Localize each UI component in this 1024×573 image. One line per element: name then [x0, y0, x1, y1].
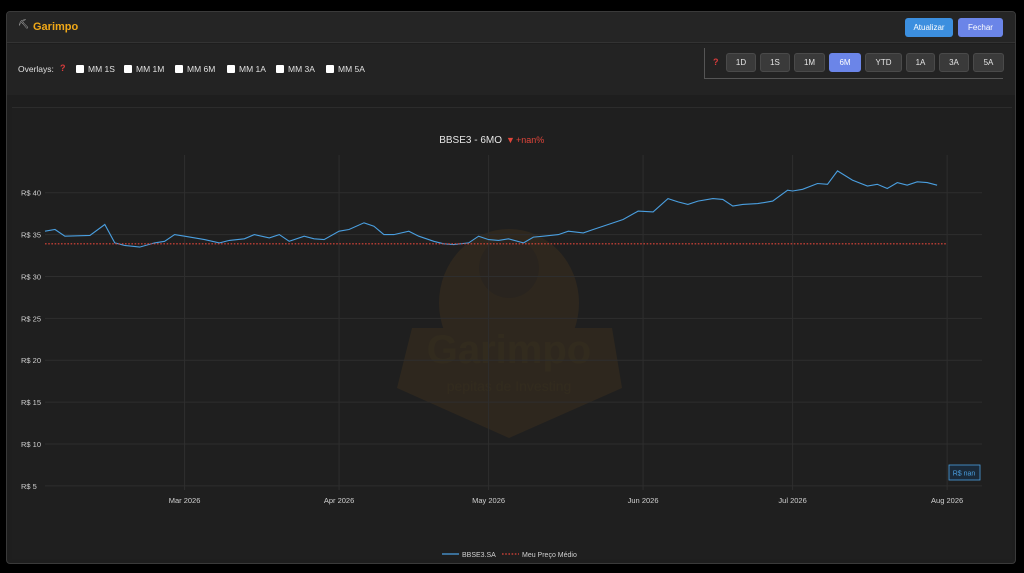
checkbox-icon[interactable] [124, 65, 132, 73]
watermark-subtitle: pepitas de Investing [447, 378, 572, 394]
last-price-tag: R$ nan [948, 464, 981, 481]
x-tick-label: May 2026 [472, 496, 505, 505]
refresh-button[interactable]: Atualizar [905, 18, 953, 37]
last-price-label: R$ nan [953, 471, 976, 478]
overlay-checkbox-mm-1a[interactable]: MM 1A [227, 64, 266, 74]
range-button-6m[interactable]: 6M [829, 53, 861, 72]
overlay-checkbox-mm-6m[interactable]: MM 6M [175, 64, 215, 74]
range-button-ytd[interactable]: YTD [865, 53, 902, 72]
checkbox-icon[interactable] [276, 65, 284, 73]
legend-label: Meu Preço Médio [522, 552, 577, 559]
x-tick-label: Jul 2026 [778, 496, 806, 505]
overlay-label: MM 1S [88, 64, 115, 74]
checkbox-icon[interactable] [227, 65, 235, 73]
y-tick-label: R$ 30 [21, 272, 41, 281]
chart-window: ⛏ Garimpo Atualizar Fechar Overlays: ? M… [6, 11, 1016, 564]
overlay-checkbox-mm-5a[interactable]: MM 5A [326, 64, 365, 74]
y-tick-label: R$ 10 [21, 440, 41, 449]
overlay-checkbox-mm-1m[interactable]: MM 1M [124, 64, 164, 74]
chart-panel: Garimpo pepitas de Investing BBSE3 - 6MO… [12, 107, 1012, 559]
overlay-label: MM 1A [239, 64, 266, 74]
range-help-icon[interactable]: ? [713, 57, 719, 67]
chart-legend: BBSE3.SA Meu Preço Médio [442, 552, 577, 559]
overlay-label: MM 6M [187, 64, 216, 74]
y-tick-label: R$ 35 [21, 231, 41, 240]
y-tick-label: R$ 5 [21, 482, 37, 491]
overlays-help-icon[interactable]: ? [60, 63, 66, 73]
chart-change-pct: +nan% [516, 135, 544, 145]
app-title: Garimpo [33, 21, 79, 33]
y-tick-label: R$ 20 [21, 356, 41, 365]
x-tick-label: Jun 2026 [628, 496, 659, 505]
legend-label: BBSE3.SA [462, 552, 496, 559]
x-tick-label: Aug 2026 [931, 496, 963, 505]
toolbar: Overlays: ? MM 1S MM 1M MM 6M MM 1A MM 3… [7, 44, 1015, 95]
y-tick-label: R$ 15 [21, 398, 41, 407]
y-tick-label: R$ 25 [21, 314, 41, 323]
title-bar: ⛏ Garimpo Atualizar Fechar [7, 12, 1015, 43]
overlay-checkbox-mm-3a[interactable]: MM 3A [276, 64, 315, 74]
y-tick-label: R$ 40 [21, 189, 41, 198]
price-chart[interactable]: Garimpo pepitas de Investing BBSE3 - 6MO… [12, 108, 1012, 560]
range-button-1d[interactable]: 1D [726, 53, 756, 72]
chart-title-group: BBSE3 - 6MO ▼ +nan% [439, 135, 544, 146]
y-axis: R$ 5 R$ 10 R$ 15 R$ 20 R$ 25 R$ 30 R$ 35 R$ 40 [21, 189, 41, 491]
checkbox-icon[interactable] [175, 65, 183, 73]
overlay-checkbox-mm-1s[interactable]: MM 1S [76, 64, 115, 74]
range-button-3a[interactable]: 3A [939, 53, 969, 72]
overlay-label: MM 3A [288, 64, 315, 74]
x-tick-label: Mar 2026 [169, 496, 201, 505]
range-button-1a[interactable]: 1A [906, 53, 935, 72]
pickaxe-icon: ⛏ [18, 19, 30, 29]
range-button-1s[interactable]: 1S [760, 53, 790, 72]
checkbox-icon[interactable] [76, 65, 84, 73]
change-arrow-icon: ▼ [506, 135, 515, 145]
range-button-5a[interactable]: 5A [973, 53, 1004, 72]
chart-title: BBSE3 - 6MO [439, 135, 502, 146]
close-button[interactable]: Fechar [958, 18, 1003, 37]
range-selector: ? 1D 1S 1M 6M YTD 1A 3A 5A [704, 48, 1004, 79]
overlays-label: Overlays: [18, 64, 54, 74]
garimpo-watermark-logo: Garimpo pepitas de Investing [397, 229, 622, 438]
checkbox-icon[interactable] [326, 65, 334, 73]
overlay-label: MM 5A [338, 64, 365, 74]
x-tick-label: Apr 2026 [324, 496, 354, 505]
range-button-1m[interactable]: 1M [794, 53, 825, 72]
overlay-label: MM 1M [136, 64, 165, 74]
x-axis: Mar 2026 Apr 2026 May 2026 Jun 2026 Jul 2026… [169, 496, 963, 505]
watermark-title: Garimpo [427, 328, 591, 372]
